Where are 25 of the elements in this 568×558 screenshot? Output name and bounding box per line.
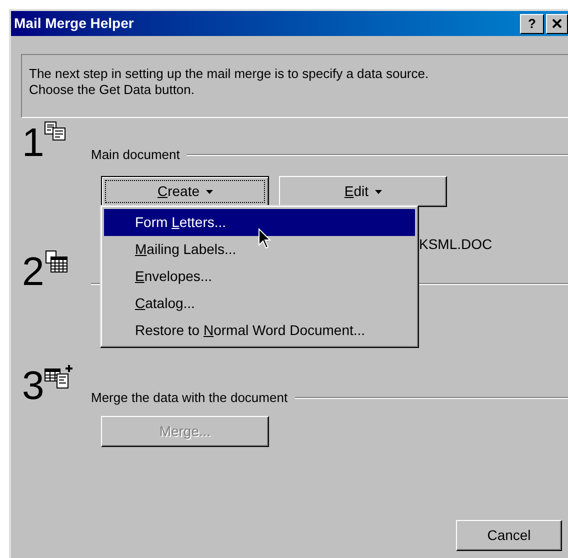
- merge-icon: [44, 364, 74, 390]
- menu-item[interactable]: Envelopes...: [104, 263, 415, 290]
- close-icon: [552, 19, 562, 28]
- step-number: 1: [21, 123, 43, 163]
- step-label: Merge the data with the document: [91, 390, 288, 406]
- dropdown-button[interactable]: Create: [101, 176, 269, 207]
- close-button[interactable]: [546, 14, 568, 34]
- cancel-button[interactable]: Cancel: [456, 520, 562, 551]
- caret-icon: [374, 190, 382, 194]
- window-title: Mail Merge Helper: [14, 14, 135, 33]
- documents-icon: [44, 121, 66, 141]
- menu-item[interactable]: Mailing Labels...: [104, 236, 415, 263]
- menu-item[interactable]: Catalog...: [104, 290, 415, 317]
- menu-item[interactable]: Restore to Normal Word Document...: [104, 317, 415, 344]
- help-button[interactable]: ?: [520, 14, 544, 34]
- dropdown-button[interactable]: Edit: [279, 176, 447, 207]
- step-number: 3: [21, 366, 43, 406]
- mouse-pointer-icon: [258, 228, 272, 250]
- table-icon: [44, 250, 68, 274]
- step-number: 2: [21, 252, 43, 292]
- caret-icon: [206, 190, 213, 194]
- step-label: Main document: [91, 147, 180, 163]
- menu-item[interactable]: Form Letters...: [104, 209, 415, 236]
- instructions-text: The next step in setting up the mail merge is to specify a data source. Choose the Get Data button.: [29, 66, 430, 98]
- file-name: KSML.DOC: [419, 236, 492, 252]
